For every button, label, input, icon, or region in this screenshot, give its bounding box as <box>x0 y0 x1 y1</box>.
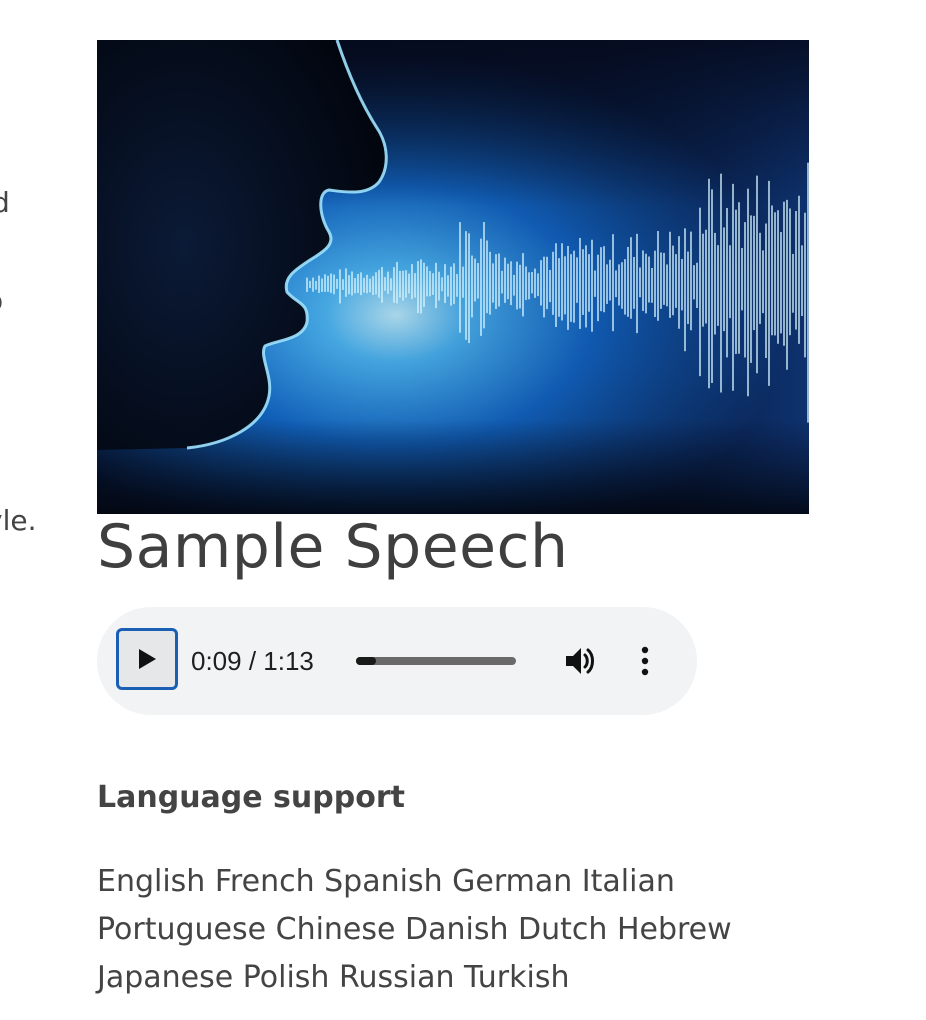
left-text-fragment: yle. <box>0 504 37 537</box>
time-display: 0:09 / 1:13 <box>191 646 314 676</box>
hero-image <box>97 40 809 514</box>
page: d o yle. r <box>0 0 926 1020</box>
sound-wave-illustration <box>97 40 809 514</box>
language-support-heading: Language support <box>97 780 405 815</box>
more-vertical-icon <box>641 646 649 676</box>
play-button[interactable] <box>116 628 178 690</box>
left-text-fragment: o <box>0 284 3 317</box>
left-text-fragment: d <box>0 186 10 219</box>
volume-icon <box>566 648 594 674</box>
more-options-button[interactable] <box>634 645 656 677</box>
progress-fill <box>356 657 376 665</box>
language-list: English French Spanish German Italian Po… <box>97 864 732 995</box>
play-icon <box>139 649 156 669</box>
volume-button[interactable] <box>562 643 598 679</box>
progress-slider[interactable] <box>356 657 516 665</box>
audio-player: 0:09 / 1:13 <box>97 607 697 715</box>
page-title: Sample Speech <box>97 512 569 582</box>
